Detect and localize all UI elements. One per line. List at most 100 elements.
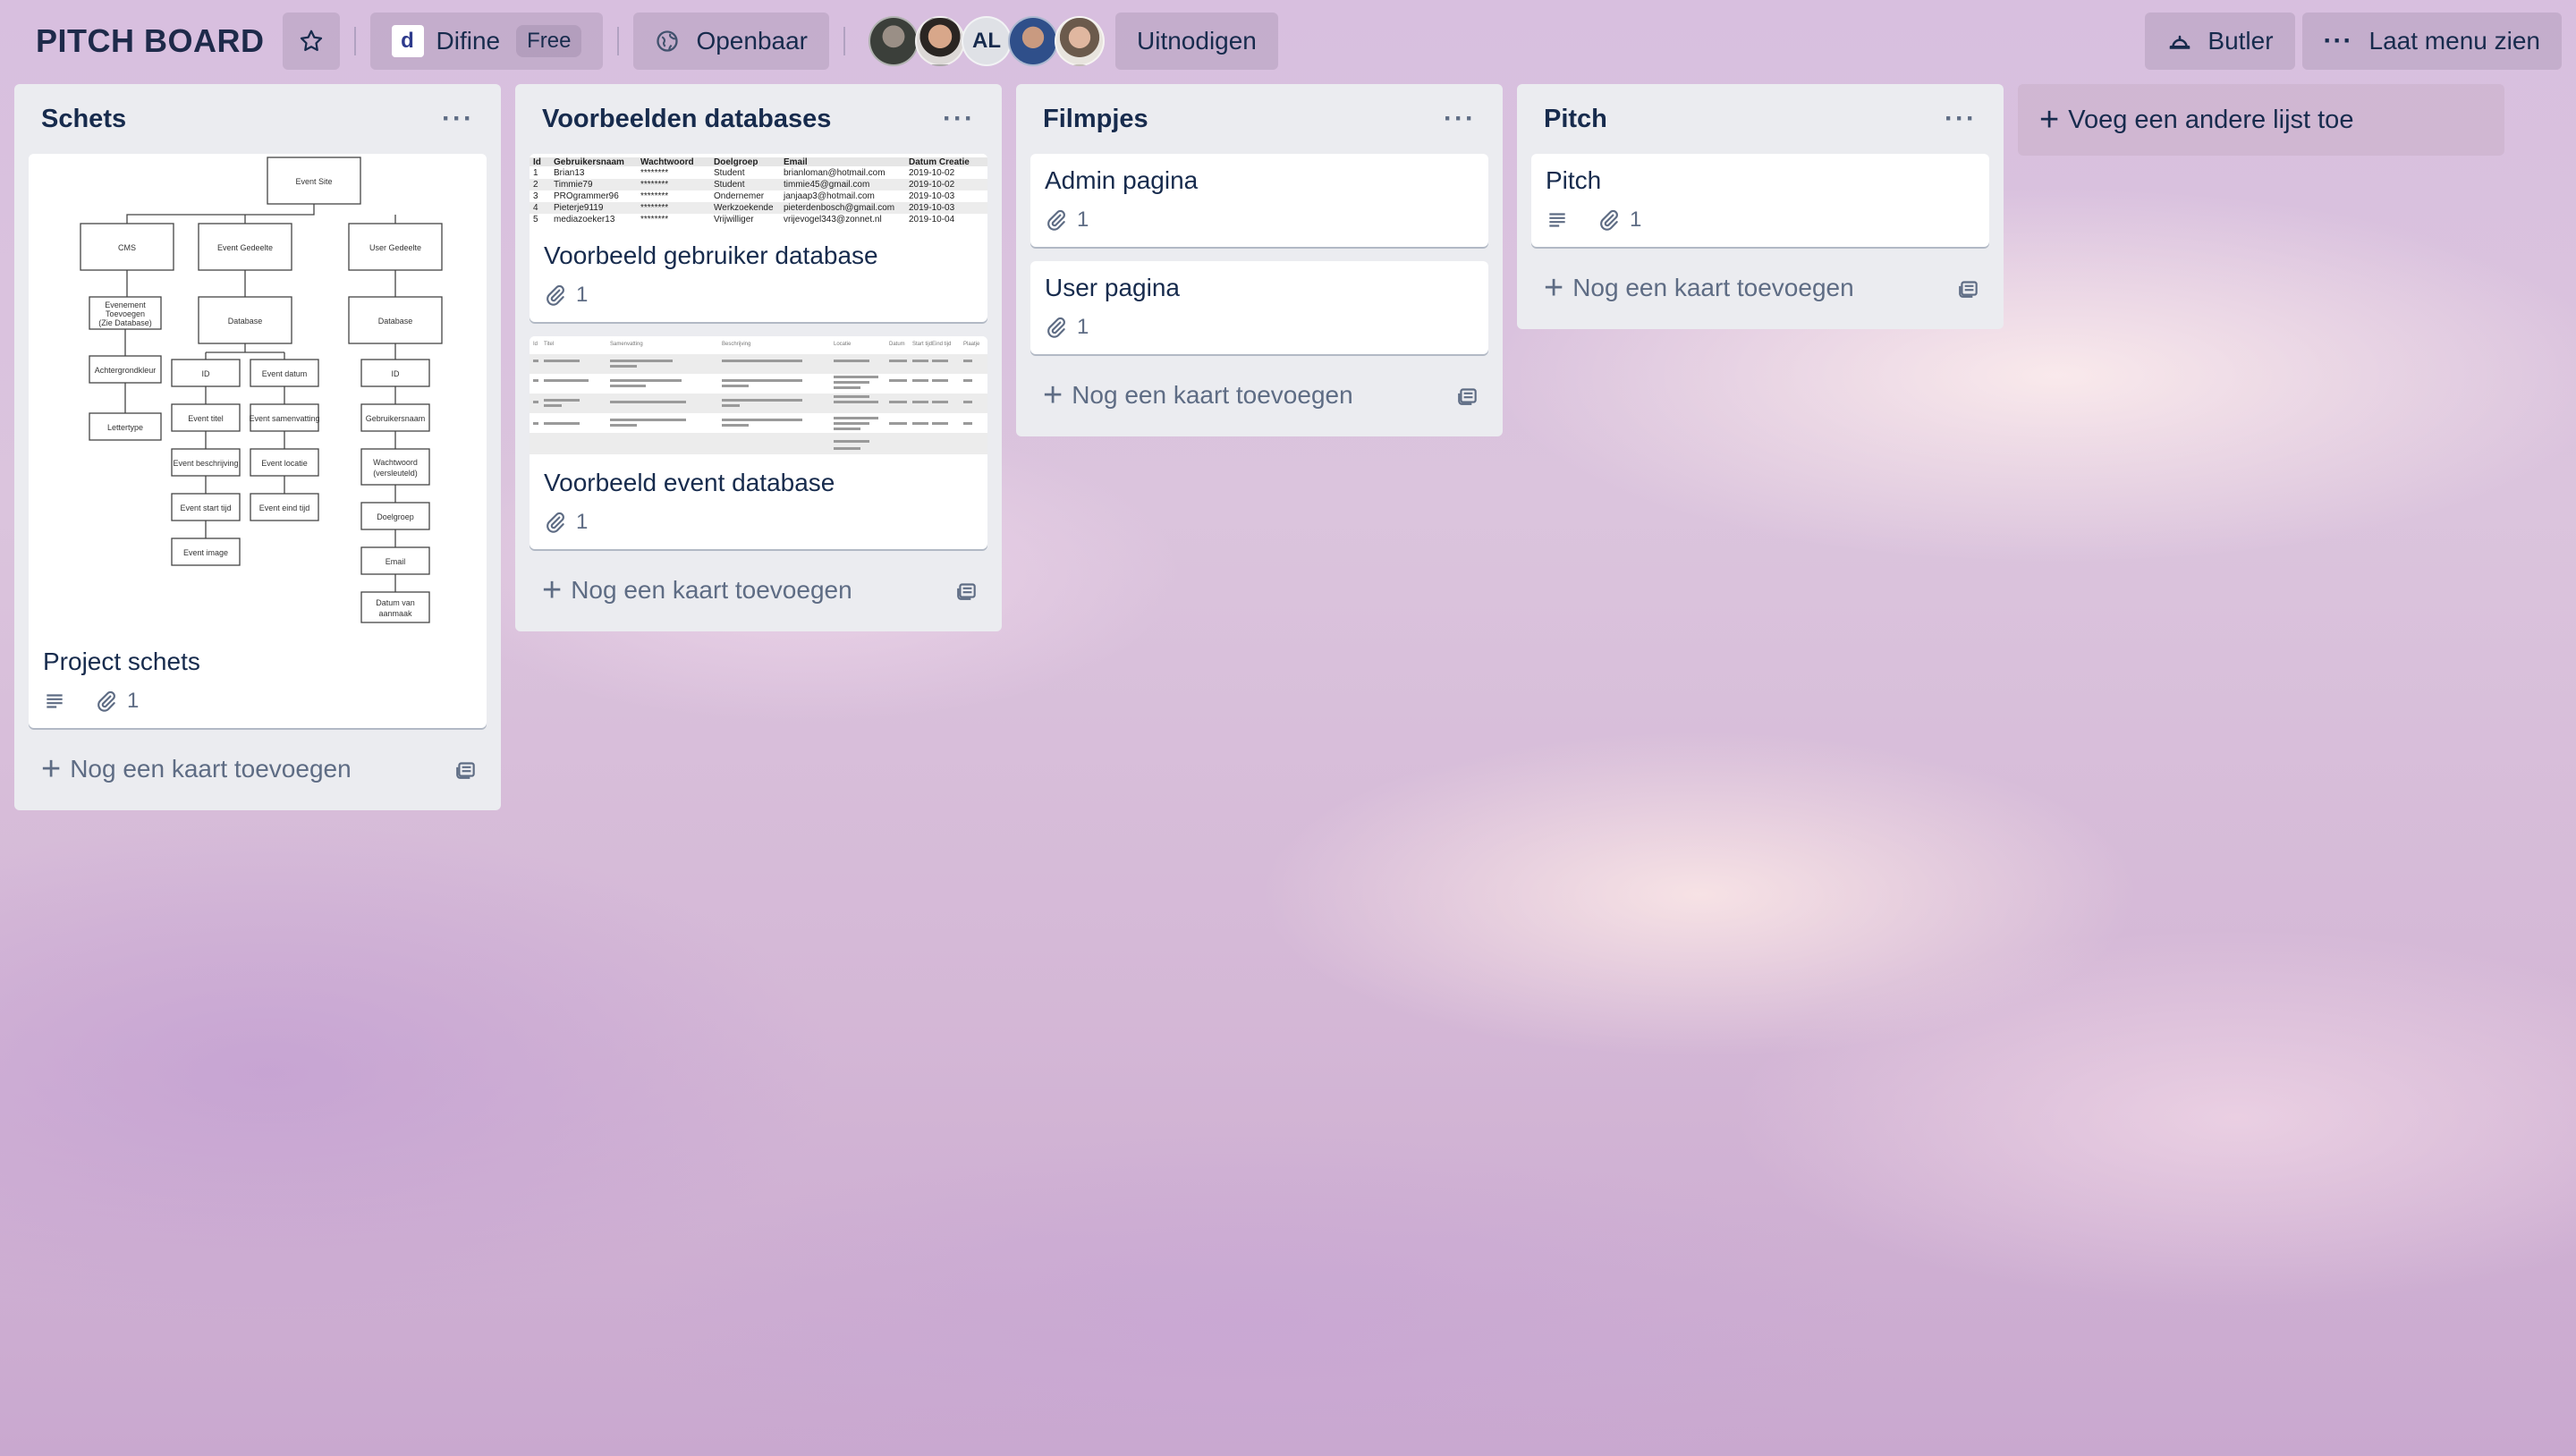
table-cell: vrijevogel343@zonnet.nl bbox=[784, 215, 882, 224]
template-icon[interactable] bbox=[1957, 276, 1980, 300]
add-list-button[interactable]: + Voeg een andere lijst toe bbox=[2018, 84, 2504, 156]
template-icon[interactable] bbox=[955, 579, 979, 602]
table-header-cell: Datum Creatie bbox=[909, 157, 970, 167]
list-title[interactable]: Schets bbox=[41, 105, 126, 134]
list-menu-icon[interactable]: ··· bbox=[943, 104, 975, 134]
card-user-pagina[interactable]: User pagina 1 bbox=[1030, 261, 1488, 354]
butler-button[interactable]: Butler bbox=[2145, 13, 2295, 70]
list-menu-icon[interactable]: ··· bbox=[1945, 104, 1977, 134]
show-menu-label: Laat menu zien bbox=[2368, 27, 2540, 55]
table-cell: 2 bbox=[533, 180, 538, 190]
avatar[interactable] bbox=[1008, 16, 1058, 66]
add-card-label: Nog een kaart toevoegen bbox=[1572, 274, 1854, 301]
list-header: Voorbeelden databases ··· bbox=[530, 84, 987, 154]
svg-text:Email: Email bbox=[386, 557, 406, 566]
add-card-button[interactable]: + Nog een kaart toevoegen bbox=[29, 742, 487, 796]
card-voorbeeld-gebruiker-database[interactable]: Id Gebruikersnaam Wachtwoord Doelgroep Email… bbox=[530, 154, 987, 322]
sketch-diagram: Event Site CMS Event Gedeelte User Gedee… bbox=[64, 154, 451, 633]
show-menu-button[interactable]: ··· Laat menu zien bbox=[2301, 13, 2562, 70]
svg-text:Evenement: Evenement bbox=[105, 301, 146, 309]
svg-text:Event Gedeelte: Event Gedeelte bbox=[217, 243, 273, 252]
card-body: Voorbeeld event database 1 bbox=[530, 454, 987, 549]
table-cell: 2019-10-02 bbox=[909, 168, 955, 178]
team-button[interactable]: d Difine Free bbox=[369, 13, 604, 70]
list-title[interactable]: Pitch bbox=[1544, 105, 1607, 134]
plus-icon: + bbox=[41, 749, 62, 788]
add-card-label: Nog een kaart toevoegen bbox=[571, 576, 852, 604]
svg-text:Event datum: Event datum bbox=[262, 369, 308, 378]
list-header: Pitch ··· bbox=[1531, 84, 1989, 154]
card-project-schets[interactable]: Event Site CMS Event Gedeelte User Gedee… bbox=[29, 154, 487, 728]
svg-text:Wachtwoord: Wachtwoord bbox=[373, 458, 418, 467]
visibility-button[interactable]: Openbaar bbox=[633, 13, 829, 70]
table-cell: Ondernemer bbox=[714, 191, 765, 201]
attachment-badge: 1 bbox=[1597, 207, 1641, 233]
card-title: Pitch bbox=[1546, 166, 1602, 194]
card-title: Project schets bbox=[43, 648, 200, 675]
table-cell: ******** bbox=[640, 191, 668, 201]
header-right: Butler ··· Laat menu zien bbox=[2138, 13, 2562, 70]
plus-icon: + bbox=[2039, 100, 2060, 139]
card-admin-pagina[interactable]: Admin pagina 1 bbox=[1030, 154, 1488, 247]
avatar-initials[interactable]: AL bbox=[962, 16, 1012, 66]
table-header-cell: Email bbox=[784, 157, 808, 167]
table-cell: timmie45@gmail.com bbox=[784, 180, 869, 190]
butler-label: Butler bbox=[2207, 27, 2274, 55]
card-body: Pitch 1 bbox=[1531, 154, 1989, 247]
svg-text:ID: ID bbox=[202, 369, 211, 378]
divider bbox=[353, 27, 356, 55]
board-title[interactable]: PITCH BOARD bbox=[14, 22, 283, 60]
list-header: Filmpjes ··· bbox=[1030, 84, 1488, 154]
star-icon bbox=[300, 30, 322, 51]
svg-text:Event Site: Event Site bbox=[295, 177, 332, 186]
svg-text:Datum van: Datum van bbox=[376, 598, 415, 607]
add-card-button[interactable]: + Nog een kaart toevoegen bbox=[530, 563, 987, 617]
plus-icon: + bbox=[1043, 376, 1063, 414]
paperclip-icon bbox=[1047, 209, 1065, 231]
star-button[interactable] bbox=[282, 13, 340, 70]
table-header-cell: Plaatje bbox=[963, 342, 980, 347]
table-cell: ******** bbox=[640, 168, 668, 178]
svg-text:Event eind tijd: Event eind tijd bbox=[259, 504, 310, 512]
attachment-count: 1 bbox=[1077, 207, 1089, 232]
add-card-button[interactable]: + Nog een kaart toevoegen bbox=[1030, 368, 1488, 422]
board-header: PITCH BOARD d Difine Free Openbaar AL Ui… bbox=[0, 0, 2576, 82]
table-cell: brianloman@hotmail.com bbox=[784, 168, 886, 178]
svg-text:Event samenvatting: Event samenvatting bbox=[249, 414, 319, 423]
card-voorbeeld-event-database[interactable]: Id Titel Samenvatting Beschrijving Locatie Da… bbox=[530, 336, 987, 549]
description-badge bbox=[43, 690, 75, 713]
table-header-cell: Datum bbox=[889, 342, 905, 347]
table-header-cell: Id bbox=[533, 157, 541, 167]
description-badge bbox=[1546, 208, 1578, 232]
description-icon bbox=[47, 694, 63, 708]
avatar[interactable] bbox=[1055, 16, 1105, 66]
paperclip-icon bbox=[1047, 317, 1065, 338]
description-icon bbox=[1549, 213, 1565, 227]
table-cell: 3 bbox=[533, 191, 538, 201]
avatar[interactable] bbox=[869, 16, 919, 66]
add-card-button[interactable]: + Nog een kaart toevoegen bbox=[1531, 261, 1989, 315]
list-menu-icon[interactable]: ··· bbox=[1444, 104, 1476, 134]
plus-icon: + bbox=[1544, 268, 1564, 307]
list-title[interactable]: Filmpjes bbox=[1043, 105, 1148, 134]
svg-text:Event start tijd: Event start tijd bbox=[180, 504, 231, 512]
card-badges: 1 bbox=[1045, 315, 1474, 340]
table-cell: ******** bbox=[640, 203, 668, 213]
template-icon[interactable] bbox=[454, 758, 478, 781]
card-cover-event-db: Id Titel Samenvatting Beschrijving Locatie Da… bbox=[530, 336, 987, 454]
table-cell: 2019-10-02 bbox=[909, 180, 955, 190]
card-pitch[interactable]: Pitch 1 bbox=[1531, 154, 1989, 247]
list-title[interactable]: Voorbeelden databases bbox=[542, 105, 831, 134]
invite-button[interactable]: Uitnodigen bbox=[1115, 13, 1278, 70]
avatar[interactable] bbox=[915, 16, 965, 66]
list-menu-icon[interactable]: ··· bbox=[442, 104, 474, 134]
list-header: Schets ··· bbox=[29, 84, 487, 154]
add-list-label: Voeg een andere lijst toe bbox=[2068, 105, 2354, 134]
template-icon[interactable] bbox=[1456, 384, 1479, 407]
svg-text:CMS: CMS bbox=[118, 243, 136, 252]
svg-text:Doelgroep: Doelgroep bbox=[377, 512, 414, 521]
card-cover-sketch: Event Site CMS Event Gedeelte User Gedee… bbox=[29, 154, 487, 633]
table-cell: Pieterje9119 bbox=[554, 203, 604, 213]
add-card-label: Nog een kaart toevoegen bbox=[70, 755, 352, 783]
event-db-table: Id Titel Samenvatting Beschrijving Locatie Da… bbox=[530, 336, 987, 454]
